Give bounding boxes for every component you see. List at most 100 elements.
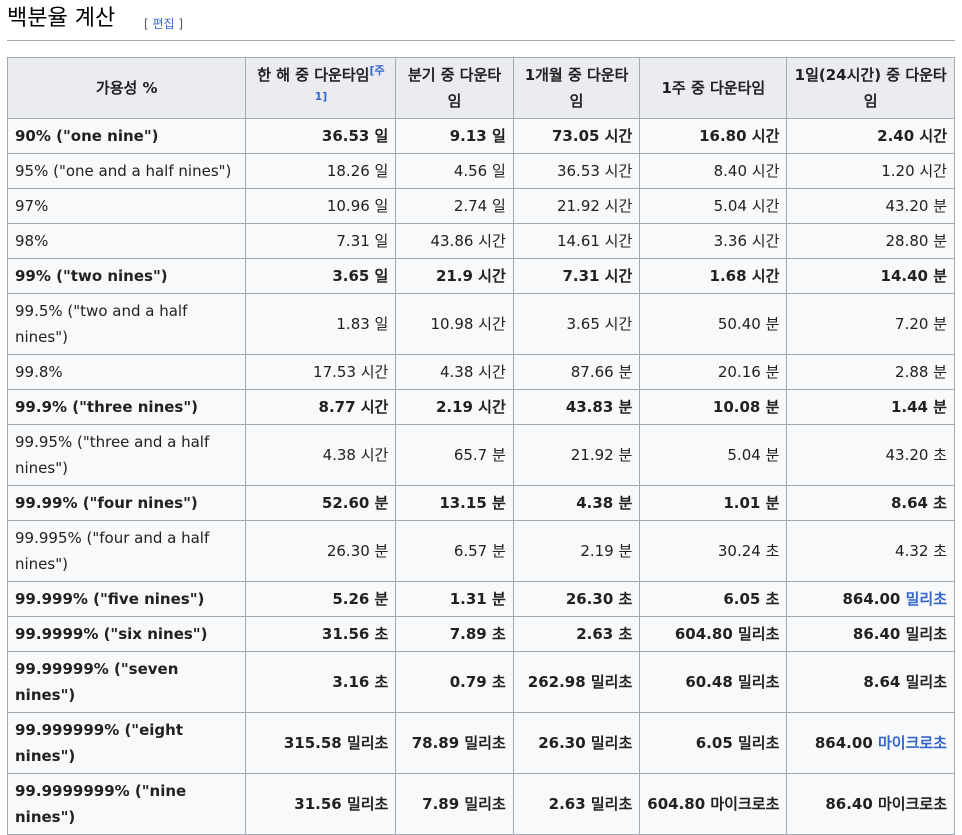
downtime-cell: 4.38 시간 — [245, 424, 397, 486]
downtime-cell: 2.19 분 — [512, 520, 641, 582]
table-row: 99.9999% ("six nines") 31.56 초 7.89 초 2.63 … — [6, 616, 955, 652]
downtime-cell: 1.68 시간 — [639, 258, 788, 294]
downtime-cell: 14.61 시간 — [512, 223, 641, 259]
downtime-cell: 2.63 초 — [512, 616, 641, 652]
header-week: 1주 중 다운타임 — [639, 57, 788, 119]
downtime-cell: 864.00 밀리초 — [786, 581, 955, 617]
header-quarter: 분기 중 다운타임 — [395, 57, 514, 119]
downtime-cell: 5.04 분 — [639, 424, 788, 486]
edit-link[interactable]: 편집 — [153, 17, 175, 31]
table-row: 99.99% ("four nines") 52.60 분 13.15 분 4.38 … — [6, 485, 955, 521]
availability-cell: 99.95% ("three and a half nines") — [6, 424, 247, 486]
downtime-cell: 8.64 초 — [786, 485, 955, 521]
availability-cell: 99% ("two nines") — [6, 258, 247, 294]
table-row: 99.9% ("three nines") 8.77 시간 2.19 시간 43.83… — [6, 389, 955, 425]
table-row: 95% ("one and a half nines") 18.26 일 4.56 … — [6, 153, 955, 189]
table-row: 97% 10.96 일 2.74 일 21.92 시간 5.04 시간 43.20 분 — [6, 188, 955, 224]
downtime-cell: 18.26 일 — [245, 153, 397, 189]
downtime-cell: 43.20 초 — [786, 424, 955, 486]
downtime-cell: 31.56 밀리초 — [245, 773, 397, 835]
downtime-cell: 10.08 분 — [639, 389, 788, 425]
downtime-cell: 52.60 분 — [245, 485, 397, 521]
header-row: 가용성 % 한 해 중 다운타임[주 1] 분기 중 다운타임 1개월 중 다운… — [6, 57, 955, 119]
availability-table: 가용성 % 한 해 중 다운타임[주 1] 분기 중 다운타임 1개월 중 다운… — [6, 57, 955, 835]
downtime-cell: 2.19 시간 — [395, 389, 514, 425]
downtime-cell: 3.36 시간 — [639, 223, 788, 259]
availability-cell: 99.5% ("two and a half nines") — [6, 293, 247, 355]
table-row: 90% ("one nine") 36.53 일 9.13 일 73.05 시간 16.… — [6, 118, 955, 154]
downtime-cell: 1.31 분 — [395, 581, 514, 617]
downtime-cell: 7.89 밀리초 — [395, 773, 514, 835]
downtime-cell: 26.30 밀리초 — [512, 712, 641, 774]
downtime-cell: 60.48 밀리초 — [639, 651, 788, 713]
availability-cell: 98% — [6, 223, 247, 259]
table-row: 99% ("two nines") 3.65 일 21.9 시간 7.31 시간 1.6… — [6, 258, 955, 294]
downtime-cell: 21.9 시간 — [395, 258, 514, 294]
table-row: 99.95% ("three and a half nines") 4.38 시간… — [6, 424, 955, 486]
downtime-cell: 10.96 일 — [245, 188, 397, 224]
downtime-cell: 604.80 밀리초 — [639, 616, 788, 652]
downtime-cell: 78.89 밀리초 — [395, 712, 514, 774]
availability-cell: 95% ("one and a half nines") — [6, 153, 247, 189]
downtime-cell: 5.04 시간 — [639, 188, 788, 224]
downtime-cell: 36.53 시간 — [512, 153, 641, 189]
availability-cell: 99.999% ("five nines") — [6, 581, 247, 617]
downtime-cell: 864.00 마이크로초 — [786, 712, 955, 774]
unit-link[interactable]: 마이크로초 — [878, 734, 947, 752]
table-row: 99.995% ("four and a half nines") 26.30 분… — [6, 520, 955, 582]
availability-cell: 99.99999% ("seven nines") — [6, 651, 247, 713]
downtime-cell: 26.30 초 — [512, 581, 641, 617]
downtime-cell: 604.80 마이크로초 — [639, 773, 788, 835]
section-title: 백분율 계산 — [7, 6, 116, 31]
downtime-cell: 43.20 분 — [786, 188, 955, 224]
downtime-cell: 13.15 분 — [395, 485, 514, 521]
table-row: 99.5% ("two and a half nines") 1.83 일 10.9… — [6, 293, 955, 355]
table-row: 99.999999% ("eight nines") 315.58 밀리초 78.8… — [6, 712, 955, 774]
downtime-cell: 2.40 시간 — [786, 118, 955, 154]
downtime-cell: 14.40 분 — [786, 258, 955, 294]
downtime-cell: 10.98 시간 — [395, 293, 514, 355]
availability-cell: 99.8% — [6, 354, 247, 390]
downtime-cell: 4.56 일 — [395, 153, 514, 189]
downtime-cell: 6.05 밀리초 — [639, 712, 788, 774]
downtime-cell: 36.53 일 — [245, 118, 397, 154]
downtime-cell: 262.98 밀리초 — [512, 651, 641, 713]
downtime-cell: 20.16 분 — [639, 354, 788, 390]
availability-cell: 99.9999999% ("nine nines") — [6, 773, 247, 835]
downtime-cell: 8.64 밀리초 — [786, 651, 955, 713]
availability-cell: 99.9% ("three nines") — [6, 389, 247, 425]
edit-section: [ 편집 ] — [144, 17, 184, 31]
downtime-cell: 86.40 마이크로초 — [786, 773, 955, 835]
downtime-cell: 1.20 시간 — [786, 153, 955, 189]
downtime-cell: 2.63 밀리초 — [512, 773, 641, 835]
downtime-cell: 4.38 시간 — [395, 354, 514, 390]
downtime-cell: 6.57 분 — [395, 520, 514, 582]
availability-cell: 99.9999% ("six nines") — [6, 616, 247, 652]
header-month: 1개월 중 다운타임 — [512, 57, 641, 119]
downtime-cell: 2.74 일 — [395, 188, 514, 224]
downtime-cell: 17.53 시간 — [245, 354, 397, 390]
downtime-cell: 7.31 시간 — [512, 258, 641, 294]
unit-link[interactable]: 밀리초 — [906, 590, 947, 608]
downtime-cell: 43.83 분 — [512, 389, 641, 425]
section-heading: 백분율 계산 [ 편집 ] — [7, 0, 955, 41]
downtime-cell: 86.40 밀리초 — [786, 616, 955, 652]
downtime-cell: 4.32 초 — [786, 520, 955, 582]
downtime-cell: 31.56 초 — [245, 616, 397, 652]
downtime-cell: 5.26 분 — [245, 581, 397, 617]
availability-cell: 90% ("one nine") — [6, 118, 247, 154]
downtime-cell: 26.30 분 — [245, 520, 397, 582]
header-year: 한 해 중 다운타임[주 1] — [245, 57, 397, 119]
downtime-cell: 16.80 시간 — [639, 118, 788, 154]
downtime-cell: 43.86 시간 — [395, 223, 514, 259]
availability-cell: 99.999999% ("eight nines") — [6, 712, 247, 774]
downtime-cell: 30.24 초 — [639, 520, 788, 582]
downtime-cell: 7.89 초 — [395, 616, 514, 652]
downtime-cell: 1.44 분 — [786, 389, 955, 425]
downtime-cell: 21.92 시간 — [512, 188, 641, 224]
downtime-cell: 1.01 분 — [639, 485, 788, 521]
downtime-cell: 9.13 일 — [395, 118, 514, 154]
downtime-cell: 65.7 분 — [395, 424, 514, 486]
downtime-cell: 0.79 초 — [395, 651, 514, 713]
downtime-cell: 3.16 초 — [245, 651, 397, 713]
